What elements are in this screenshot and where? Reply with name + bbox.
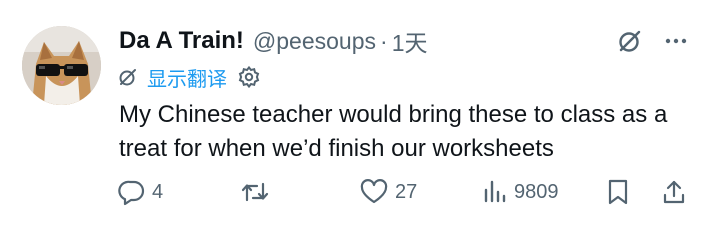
- bookmark-button[interactable]: [605, 174, 631, 210]
- tweet-header: Da A Train! @peesoups · 1天: [119, 22, 428, 60]
- reply-count: 4: [152, 180, 164, 203]
- reply-icon: [118, 178, 146, 206]
- tweet-text: My Chinese teacher would bring these to …: [119, 101, 668, 162]
- like-count: 27: [395, 180, 418, 203]
- retweet-button[interactable]: [240, 174, 276, 210]
- heart-icon: [359, 178, 389, 206]
- retweet-icon: [240, 178, 270, 206]
- avatar[interactable]: [22, 26, 101, 105]
- action-bar: 4 27 9809: [110, 174, 700, 210]
- share-icon: [661, 178, 687, 206]
- timestamp[interactable]: 1天: [392, 24, 428, 58]
- share-button[interactable]: [661, 174, 687, 210]
- grok-translate-icon: [117, 66, 139, 88]
- settings-gear-icon[interactable]: [237, 65, 261, 89]
- separator-dot: ·: [380, 27, 388, 54]
- reply-button[interactable]: 4: [118, 174, 163, 210]
- cat-avatar-icon: [22, 26, 101, 105]
- user-handle[interactable]: @peesoups: [253, 28, 376, 55]
- display-name[interactable]: Da A Train!: [119, 27, 244, 55]
- translate-row: 显示翻译: [117, 62, 261, 92]
- views-count: 9809: [514, 180, 559, 203]
- tweet-card: Da A Train! @peesoups · 1天 显示翻译 My Chine…: [0, 0, 706, 246]
- show-translation-link[interactable]: 显示翻译: [147, 63, 227, 92]
- like-button[interactable]: 27: [359, 174, 417, 210]
- analytics-bars-icon: [482, 178, 508, 206]
- more-options-icon[interactable]: [659, 24, 693, 58]
- bookmark-icon: [605, 178, 631, 206]
- grok-icon[interactable]: [613, 24, 647, 58]
- views-button[interactable]: 9809: [482, 174, 559, 210]
